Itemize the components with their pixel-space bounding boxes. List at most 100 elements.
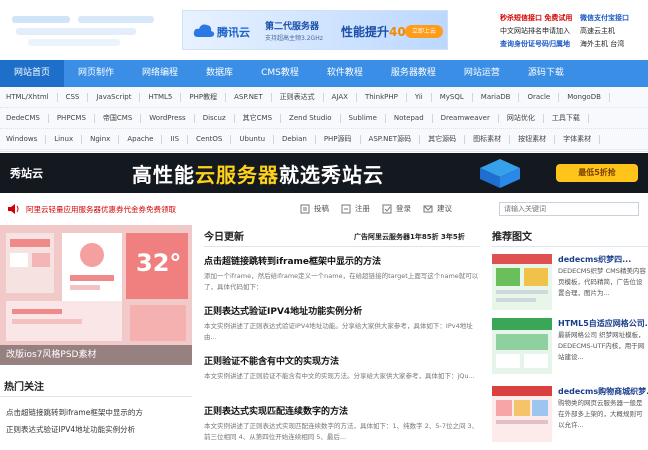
cloud-server-banner[interactable]: 秀站云 高性能云服务器就选秀站云 最低5折抢 — [0, 153, 648, 193]
article-title[interactable]: 正则表达式验证IPV4地址功能实例分析 — [204, 306, 480, 318]
category-tag[interactable]: Ubuntu — [239, 134, 275, 144]
category-tag[interactable]: JavaScript — [96, 92, 141, 102]
category-tag[interactable]: Yii — [415, 92, 432, 102]
login-link[interactable]: 登录 — [382, 203, 411, 214]
nav-item-software[interactable]: 软件教程 — [313, 60, 377, 87]
banner-cta-button[interactable]: 最低5折抢 — [556, 164, 638, 182]
user-actions: 投稿 注册 登录 建议 — [300, 203, 464, 214]
category-tag[interactable]: Discuz — [203, 113, 235, 123]
hero-illustration — [0, 225, 192, 365]
recommended-item[interactable]: HTML5自适应网格公司... 最新网格公司 织梦网址模板，DEDECMS-UT… — [492, 318, 648, 378]
category-tag[interactable]: PHP教程 — [189, 92, 227, 102]
site-logo[interactable] — [6, 8, 166, 50]
recommended-section-title: 推荐图文 — [492, 232, 532, 243]
category-tag[interactable]: Oracle — [527, 92, 560, 102]
ad-cta-button[interactable]: 立即上云 — [405, 25, 443, 38]
featured-image[interactable]: 32° 改版ios7风格PSD素材 — [0, 225, 192, 365]
category-tag[interactable]: CentOS — [196, 134, 232, 144]
category-tag[interactable]: Windows — [6, 134, 47, 144]
category-tag[interactable]: 字体素材 — [563, 134, 601, 144]
article-title[interactable]: 正则验证不能含有中文的实现方法 — [204, 356, 480, 368]
header-link[interactable]: 高速云主机 — [580, 26, 648, 36]
category-tag[interactable]: 工具下载 — [552, 113, 589, 123]
category-tag[interactable]: ASP.NET — [234, 92, 272, 102]
category-tag[interactable]: MongoDB — [567, 92, 610, 102]
category-tag[interactable]: PHP源码 — [324, 134, 361, 144]
hero-caption[interactable]: 改版ios7风格PSD素材 — [0, 345, 192, 365]
category-tag[interactable]: WordPress — [149, 113, 195, 123]
nav-item-database[interactable]: 数据库 — [192, 60, 247, 87]
header-link[interactable]: 查询身份证号码归属地 — [500, 39, 580, 49]
feedback-label: 建议 — [437, 204, 452, 213]
list-item[interactable]: 点击超链接跳转到iframe框架中显示的方 — [6, 404, 192, 421]
aliyun-ad-link[interactable]: 广告阿里云服务器1年85折 3年5折 — [354, 232, 465, 242]
header-link[interactable]: 秒杀短信接口 免费试用 — [500, 13, 580, 23]
nav-item-operations[interactable]: 网站运营 — [450, 60, 514, 87]
category-tag[interactable]: 帝国CMS — [103, 113, 142, 123]
article-item: 正则验证不能含有中文的实现方法 本文实例讲述了正则验证不能含有中文的实现方法。分… — [204, 356, 480, 393]
register-link[interactable]: 注册 — [341, 203, 370, 214]
header-links: 秒杀短信接口 免费试用 微信支付宝接口 中文网站排名申请加入 高速云主机 查询身… — [500, 11, 648, 50]
tencent-cloud-ad[interactable]: 腾讯云 第二代服务器 支持超高主频3.2GHz 性能提升40% 立即上云 — [182, 10, 448, 50]
banner-headline: 高性能云服务器就选秀站云 — [132, 159, 384, 188]
category-tag[interactable]: AJAX — [332, 92, 357, 102]
nav-item-home[interactable]: 网站首页 — [0, 60, 65, 87]
header-link[interactable]: 微信支付宝接口 — [580, 13, 648, 23]
category-tag[interactable]: Linux — [54, 134, 83, 144]
ad-subline: 支持超高主频3.2GHz — [265, 35, 323, 42]
category-tag[interactable]: 其它源码 — [428, 134, 466, 144]
category-tag[interactable]: Zend Studio — [289, 113, 341, 123]
list-item[interactable]: 正则表达式验证IPV4地址功能实例分析 — [6, 421, 192, 438]
category-tag[interactable]: IIS — [170, 134, 189, 144]
category-tag[interactable]: Dreamweaver — [441, 113, 499, 123]
recommended-title[interactable]: dedecms购物商城织梦... — [558, 386, 648, 397]
recommended-item[interactable]: dedecms织梦四... DEDECMS织梦 CMS精美内容页模板，代码精简，… — [492, 254, 648, 314]
category-tag[interactable]: HTML/Xhtml — [6, 92, 58, 102]
category-tag[interactable]: ThinkPHP — [365, 92, 407, 102]
ad-perf-prefix: 性能提升 — [341, 25, 390, 39]
category-tags: HTML/Xhtml CSS JavaScript HTML5 PHP教程 ASP.NET… — [0, 87, 648, 152]
category-tag[interactable]: 正则表达式 — [280, 92, 324, 102]
article-item: 正则表达式实现匹配连续数字的方法 本文实例讲述了正则表达式实现匹配连续数字的方法… — [204, 406, 480, 443]
article-title[interactable]: 正则表达式实现匹配连续数字的方法 — [204, 406, 480, 418]
category-tag[interactable]: Sublime — [349, 113, 386, 123]
category-tag[interactable]: CSS — [66, 92, 89, 102]
tag-row: Windows Linux Nginx Apache IIS CentOS Ubuntu De… — [0, 129, 648, 150]
feedback-link[interactable]: 建议 — [423, 203, 452, 214]
notice-text[interactable]: 阿里云轻量应用服务器优惠券代金券免费领取 — [26, 204, 176, 215]
divider — [204, 246, 480, 247]
category-tag[interactable]: Apache — [127, 134, 163, 144]
category-tag[interactable]: PHPCMS — [57, 113, 95, 123]
banner-logo: 秀站云 — [10, 167, 43, 180]
category-tag[interactable]: Debian — [282, 134, 316, 144]
submit-link[interactable]: 投稿 — [300, 203, 329, 214]
category-tag[interactable]: ASP.NET源码 — [369, 134, 421, 144]
article-summary: 本文实例讲述了正则表达式验证IPV4地址功能。分享给大家供大家参考，具体如下：I… — [204, 322, 473, 341]
updates-section-title: 今日更新 — [204, 232, 244, 243]
recommended-title[interactable]: dedecms织梦四... — [558, 254, 631, 265]
nav-item-programming[interactable]: 网络编程 — [128, 60, 192, 87]
tag-row: DedeCMS PHPCMS 帝国CMS WordPress Discuz 其它CMS Ze… — [0, 108, 648, 129]
category-tag[interactable]: 按钮素材 — [518, 134, 556, 144]
article-title[interactable]: 点击超链接跳转到iframe框架中显示的方法 — [204, 256, 480, 268]
category-tag[interactable]: 网站优化 — [507, 113, 544, 123]
category-tag[interactable]: HTML5 — [148, 92, 182, 102]
nav-item-server[interactable]: 服务器教程 — [377, 60, 450, 87]
nav-item-web-design[interactable]: 网页制作 — [64, 60, 128, 87]
category-tag[interactable]: MariaDB — [481, 92, 520, 102]
recommended-title[interactable]: HTML5自适应网格公司... — [558, 318, 648, 329]
category-tag[interactable]: Notepad — [394, 113, 433, 123]
category-tag[interactable]: 其它CMS — [243, 113, 282, 123]
nav-item-source[interactable]: 源码下载 — [514, 60, 578, 87]
category-tag[interactable]: Nginx — [90, 134, 120, 144]
header-link[interactable]: 海外主机 台湾 — [580, 39, 648, 49]
category-tag[interactable]: MySQL — [440, 92, 473, 102]
search-input[interactable] — [499, 202, 639, 216]
category-tag[interactable]: DedeCMS — [6, 113, 49, 123]
divider — [492, 246, 648, 247]
category-tag[interactable]: 图标素材 — [473, 134, 511, 144]
recommended-item[interactable]: dedecms购物商城织梦... 购物类的网页云服务器一般是在外部多上架的，大概… — [492, 386, 648, 446]
header-link[interactable]: 中文网站排名申请加入 — [500, 26, 580, 36]
register-icon — [341, 204, 351, 213]
nav-item-cms[interactable]: CMS教程 — [247, 60, 313, 87]
